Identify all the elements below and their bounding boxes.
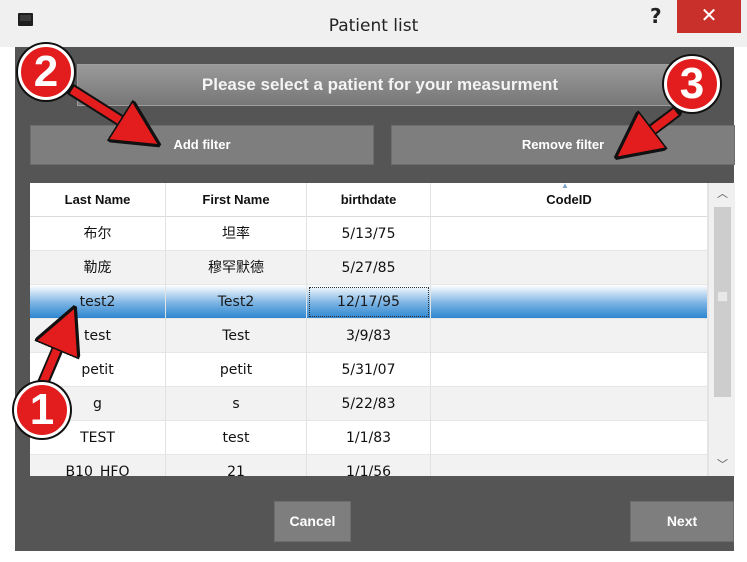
cell-birthdate: 1/1/83	[307, 421, 431, 455]
table-row[interactable]: petit petit 5/31/07	[30, 353, 708, 387]
dialog-body: Please select a patient for your measurm…	[15, 47, 735, 551]
table-row[interactable]: 勒庞 穆罕默德 5/27/85	[30, 251, 708, 285]
table-row[interactable]: test Test 3/9/83	[30, 319, 708, 353]
cell-codeid	[431, 421, 708, 455]
cell-first-name: 穆罕默德	[166, 251, 307, 285]
table-row[interactable]: B10_HFO 21 1/1/56	[30, 455, 708, 476]
cell-first-name: s	[166, 387, 307, 421]
cell-birthdate: 5/31/07	[307, 353, 431, 387]
cell-codeid	[431, 353, 708, 387]
annotation-marker-2: 2	[18, 44, 74, 100]
cell-first-name: Test2	[166, 285, 307, 319]
cell-birthdate: 3/9/83	[307, 319, 431, 353]
scroll-up-icon[interactable]: ︿	[709, 183, 735, 205]
table-header: Last Name First Name birthdate CodeID ▲	[30, 183, 708, 217]
cell-last-name: 勒庞	[30, 251, 166, 285]
cell-birthdate: 5/27/85	[307, 251, 431, 285]
table-row-selected[interactable]: test2 Test2 12/17/95	[30, 285, 708, 319]
cell-last-name: test	[30, 319, 166, 353]
column-header-birthdate[interactable]: birthdate	[307, 183, 431, 217]
cell-birthdate: 5/22/83	[307, 387, 431, 421]
title-bar: Patient list ? ✕	[0, 0, 747, 47]
cell-codeid	[431, 285, 708, 319]
cancel-button[interactable]: Cancel	[274, 501, 351, 542]
table-row[interactable]: g s 5/22/83	[30, 387, 708, 421]
cell-first-name: 坦率	[166, 217, 307, 251]
column-header-first-name[interactable]: First Name	[166, 183, 307, 217]
cell-codeid	[431, 319, 708, 353]
next-button[interactable]: Next	[630, 501, 734, 542]
instruction-banner: Please select a patient for your measurm…	[77, 64, 683, 106]
vertical-scrollbar[interactable]: ︿ ﹀	[708, 183, 735, 476]
annotation-marker-3: 3	[664, 56, 720, 112]
sort-ascending-icon: ▲	[561, 183, 569, 190]
cell-birthdate: 5/13/75	[307, 217, 431, 251]
table-row[interactable]: 布尔 坦率 5/13/75	[30, 217, 708, 251]
column-header-last-name[interactable]: Last Name	[30, 183, 166, 217]
scroll-position-marker	[717, 291, 728, 302]
remove-filter-button[interactable]: Remove filter	[391, 125, 735, 165]
cell-codeid	[431, 251, 708, 285]
cell-codeid	[431, 387, 708, 421]
cell-first-name: test	[166, 421, 307, 455]
scroll-down-icon[interactable]: ﹀	[709, 454, 735, 476]
patient-table[interactable]: Last Name First Name birthdate CodeID ▲ …	[30, 183, 735, 476]
close-button[interactable]: ✕	[677, 0, 741, 33]
annotation-marker-1: 1	[14, 382, 70, 438]
window-title: Patient list	[328, 16, 419, 36]
column-header-codeid[interactable]: CodeID	[431, 183, 708, 217]
scrollbar-thumb[interactable]	[714, 207, 731, 397]
cell-last-name: test2	[30, 285, 166, 319]
table-row[interactable]: TEST test 1/1/83	[30, 421, 708, 455]
cell-birthdate: 1/1/56	[307, 455, 431, 476]
cell-first-name: petit	[166, 353, 307, 387]
cell-codeid	[431, 455, 708, 476]
cell-codeid	[431, 217, 708, 251]
cell-last-name: 布尔	[30, 217, 166, 251]
cell-first-name: 21	[166, 455, 307, 476]
cell-birthdate: 12/17/95	[307, 285, 431, 319]
add-filter-button[interactable]: Add filter	[30, 125, 374, 165]
cell-last-name: petit	[30, 353, 166, 387]
help-button[interactable]: ?	[650, 4, 662, 28]
cell-last-name: B10_HFO	[30, 455, 166, 476]
cell-first-name: Test	[166, 319, 307, 353]
